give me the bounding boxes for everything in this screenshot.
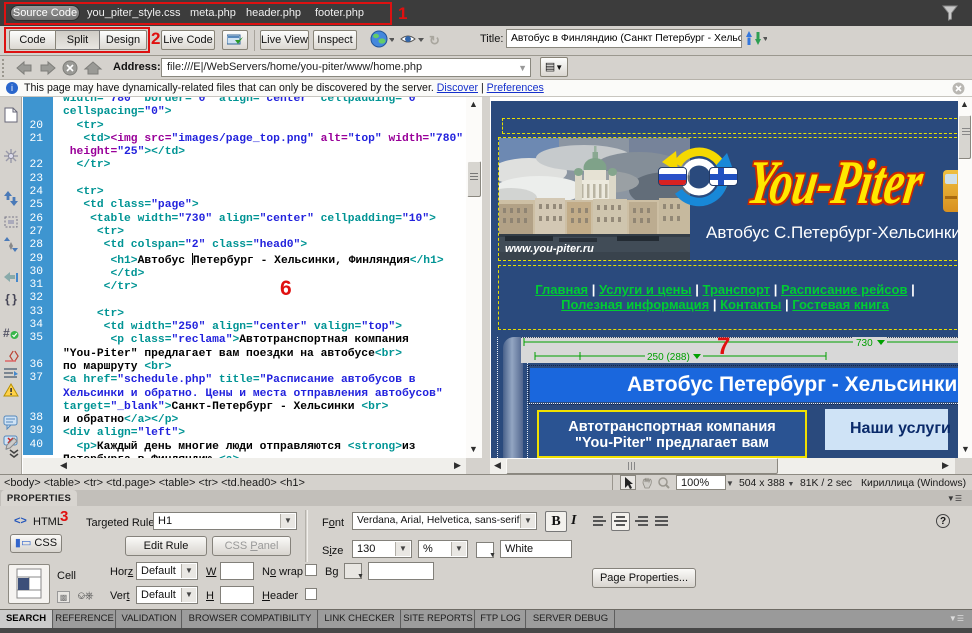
svg-text:250 (288): 250 (288) — [647, 352, 690, 363]
svg-text:〈〉: 〈〉 — [3, 350, 19, 362]
svg-text:#: # — [3, 326, 10, 340]
svg-text:730: 730 — [856, 338, 873, 349]
